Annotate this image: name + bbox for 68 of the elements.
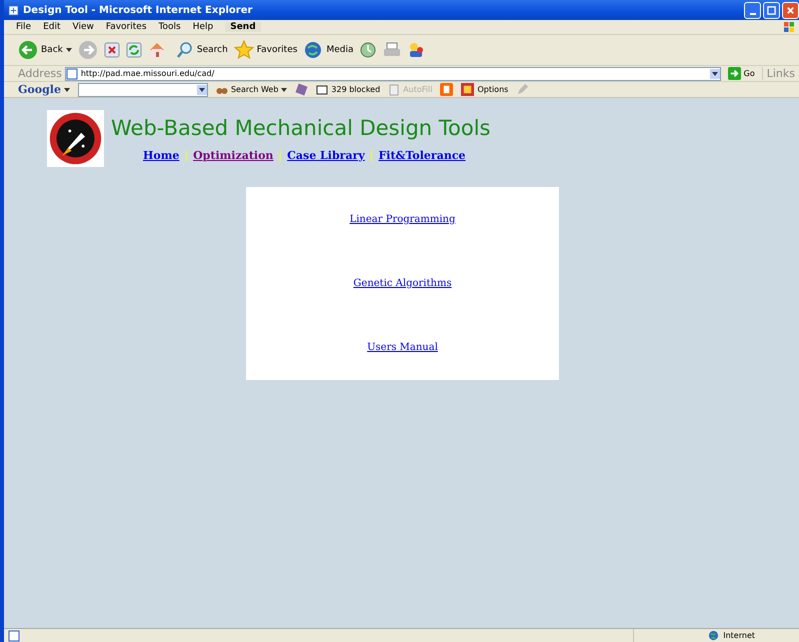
go-button[interactable]: Go	[724, 67, 759, 80]
arrow-icon	[728, 67, 741, 80]
menu-item[interactable]: Edit	[43, 22, 60, 32]
minimize-icon	[750, 12, 756, 14]
printer-icon	[383, 41, 402, 59]
refresh-button[interactable]	[126, 42, 142, 58]
nav-separator: |	[370, 149, 374, 162]
close-button[interactable]	[782, 2, 799, 18]
nav-separator: |	[184, 149, 188, 162]
rocket-badge-logo	[46, 110, 105, 167]
tool-link[interactable]: Genetic Algorithms	[353, 278, 452, 289]
send-button[interactable]: Send	[225, 22, 261, 32]
windows-logo-icon	[783, 21, 795, 33]
search-web-button[interactable]: Search Web	[216, 84, 288, 96]
options-button[interactable]: Options	[461, 83, 508, 96]
print-button[interactable]	[383, 41, 402, 59]
stop-icon	[104, 42, 120, 58]
media-button[interactable]: Media	[303, 40, 354, 60]
menu-item[interactable]: View	[72, 22, 94, 32]
page-status-icon	[8, 630, 20, 642]
maximize-icon	[767, 6, 776, 14]
close-icon	[786, 6, 795, 14]
home-button[interactable]	[148, 41, 166, 59]
tool-link[interactable]: Users Manual	[367, 342, 438, 354]
house-icon	[148, 41, 166, 59]
search-icon	[176, 41, 194, 59]
stop-button[interactable]	[104, 42, 120, 58]
tool-link[interactable]: Linear Programming	[350, 214, 456, 225]
favorites-button[interactable]: Favorites	[234, 40, 298, 60]
page-icon	[66, 68, 78, 80]
search-button[interactable]: Search	[176, 41, 228, 59]
nav-link[interactable]: Home	[143, 149, 180, 162]
people-icon	[407, 41, 426, 59]
popup-blocker-button[interactable]: 329 blocked	[316, 84, 380, 96]
caret-icon	[281, 88, 288, 92]
nav-link[interactable]: Fit&Tolerance	[378, 149, 466, 162]
search-field[interactable]	[78, 82, 208, 96]
address-label: Address	[18, 67, 62, 80]
google-button[interactable]: Google	[18, 83, 70, 96]
dropdown-icon[interactable]	[710, 68, 720, 78]
form-icon	[388, 84, 400, 96]
window-icon	[316, 84, 328, 96]
page-icon	[8, 4, 19, 16]
options-icon	[461, 83, 474, 96]
star-icon	[234, 40, 254, 60]
nav-link[interactable]: Case Library	[287, 149, 365, 162]
minimize-button[interactable]	[744, 2, 761, 18]
refresh-icon	[126, 42, 142, 58]
menu-item[interactable]: Favorites	[106, 22, 147, 32]
menu-item[interactable]: Tools	[158, 22, 181, 32]
site-title: Web-Based Mechanical Design Tools	[111, 116, 490, 140]
dropdown-icon[interactable]	[196, 84, 207, 94]
caret-icon	[66, 48, 72, 52]
clock-icon	[359, 41, 378, 59]
window-title: Design Tool - Microsoft Internet Explorer	[23, 4, 252, 16]
history-button[interactable]	[359, 41, 378, 59]
globe-icon	[708, 630, 720, 641]
nav-separator: |	[278, 149, 282, 162]
globe-icon	[303, 40, 324, 60]
messenger-button[interactable]	[407, 41, 426, 59]
nav-link[interactable]: Optimization	[193, 149, 274, 162]
address-field[interactable]: http://pad.mae.missouri.edu/cad/	[64, 66, 721, 80]
menu-item[interactable]: Help	[192, 22, 214, 32]
zone-label: Internet	[723, 631, 755, 640]
back-button[interactable]: Back	[18, 40, 72, 60]
caret-icon	[64, 88, 70, 92]
maximize-button[interactable]	[763, 2, 780, 18]
menu-item[interactable]: File	[16, 22, 32, 32]
